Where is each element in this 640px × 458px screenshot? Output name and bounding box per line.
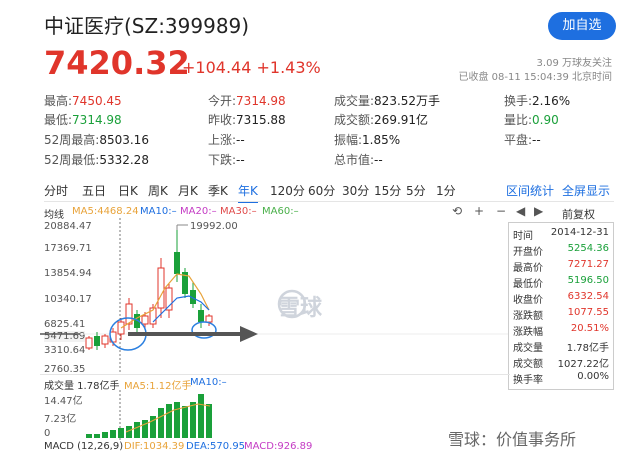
next-icon[interactable]: ▶: [534, 204, 543, 218]
market-cap-label: 总市值:: [334, 153, 375, 167]
tab-five-day[interactable]: 五日: [82, 182, 106, 199]
info-key: 收盘价: [513, 295, 543, 306]
volume-label: 成交量:: [334, 94, 375, 108]
tab-30min[interactable]: 30分: [342, 182, 369, 199]
info-key: 开盘价: [513, 247, 543, 258]
tab-weekly-k[interactable]: 周K: [148, 182, 168, 199]
info-key: 最高价: [513, 263, 543, 274]
tab-monthly-k[interactable]: 月K: [178, 182, 198, 199]
vol-ratio-value: 0.90: [532, 113, 559, 127]
interval-stats-link[interactable]: 区间统计: [506, 182, 554, 199]
macd-value: MACD:926.89: [244, 441, 313, 452]
turnover-value: 2.16%: [532, 94, 571, 108]
ma20-value: MA20:–: [180, 206, 217, 217]
tab-120min[interactable]: 120分: [270, 182, 305, 199]
info-value: 6332.54: [567, 291, 609, 302]
market-cap-value: --: [374, 153, 383, 167]
prev-close-label: 昨收:: [208, 113, 237, 127]
tab-timeshare[interactable]: 分时: [44, 182, 68, 199]
tab-yearly-k[interactable]: 年K: [238, 182, 258, 203]
info-key: 时间: [513, 231, 533, 242]
followers-count: 3.09 万球友关注: [536, 58, 612, 69]
flat-count-label: 平盘:: [504, 133, 533, 147]
info-key: 成交额: [513, 359, 543, 370]
amplitude-value: 1.85%: [362, 133, 401, 147]
down-count-value: --: [236, 153, 245, 167]
week52-low-label: 52周最低:: [44, 153, 100, 167]
peak-label: 19992.00: [190, 221, 238, 232]
down-count-label: 下跌:: [208, 153, 237, 167]
prev-icon[interactable]: ◀: [516, 204, 525, 218]
vol-ratio-label: 量比:: [504, 113, 533, 127]
low-label: 最低:: [44, 113, 73, 127]
info-value: 2014-12-31: [550, 227, 609, 238]
ma10-value: MA10:–: [140, 206, 177, 217]
center-watermark: 雪球: [278, 296, 323, 321]
price-change: +104.44 +1.43%: [182, 58, 321, 77]
info-value: 20.51%: [570, 323, 609, 334]
market-status: 已收盘 08-11 15:04:39 北京时间: [458, 72, 612, 83]
amount-value: 269.91亿: [374, 113, 429, 127]
undo-icon[interactable]: ⟲: [452, 204, 462, 218]
zoom-in-icon[interactable]: +: [474, 204, 484, 218]
info-key: 换手率: [513, 375, 543, 386]
high-value: 7450.45: [72, 94, 122, 108]
add-watchlist-button[interactable]: 加自选: [548, 12, 616, 40]
info-value: 1027.22亿: [557, 359, 609, 370]
info-value: 7271.27: [567, 259, 609, 270]
week52-high-value: 8503.16: [99, 133, 149, 147]
tab-quarterly-k[interactable]: 季K: [208, 182, 228, 199]
prev-close-value: 7315.88: [236, 113, 286, 127]
amplitude-label: 振幅:: [334, 133, 363, 147]
kline-chart[interactable]: 19992.00: [40, 218, 510, 374]
volume-chart: [86, 390, 212, 440]
ma5-value: MA5:4468.24: [72, 206, 139, 217]
up-count-value: --: [236, 133, 245, 147]
low-value: 7314.98: [72, 113, 122, 127]
info-value: 5196.50: [567, 275, 609, 286]
ma30-value: MA30:–: [220, 206, 257, 217]
info-value: 5254.36: [567, 243, 609, 254]
tab-15min[interactable]: 15分: [374, 182, 401, 199]
flat-count-value: --: [532, 133, 541, 147]
stock-title: 中证医疗(SZ:399989): [44, 14, 250, 38]
support-arrow-head: [240, 326, 258, 342]
open-label: 今开:: [208, 94, 237, 108]
macd-dea: DEA:570.95: [186, 441, 246, 452]
tab-1min[interactable]: 1分: [436, 182, 456, 199]
current-price: 7420.32: [44, 44, 190, 82]
week52-high-label: 52周最高:: [44, 133, 100, 147]
tab-divider: [44, 201, 614, 202]
ma60-value: MA60:–: [262, 206, 299, 217]
info-value: 0.00%: [577, 371, 609, 382]
fullscreen-link[interactable]: 全屏显示: [562, 182, 610, 199]
week52-low-value: 5332.28: [99, 153, 149, 167]
up-count-label: 上涨:: [208, 133, 237, 147]
info-key: 涨跌额: [513, 311, 543, 322]
high-label: 最高:: [44, 94, 73, 108]
zoom-out-icon[interactable]: −: [496, 204, 506, 218]
turnover-label: 换手:: [504, 94, 533, 108]
volume-ma10: MA10:–: [190, 377, 227, 388]
info-key: 最低价: [513, 279, 543, 290]
bar-info-panel: 时间 2014-12-31 开盘价 5254.36 最高价 7271.27 最低价 51…: [508, 222, 614, 390]
macd-label: MACD (12,26,9): [44, 441, 124, 452]
adjust-selector[interactable]: 前复权: [562, 206, 595, 222]
corner-watermark: 雪球：价值事务所: [448, 430, 577, 449]
amount-label: 成交额:: [334, 113, 375, 127]
volume-bars: [86, 394, 212, 438]
info-value: 1.78亿手: [566, 343, 609, 354]
tab-60min[interactable]: 60分: [308, 182, 335, 199]
volume-value: 823.52万手: [374, 94, 441, 108]
open-value: 7314.98: [236, 94, 286, 108]
info-key: 涨跌幅: [513, 327, 543, 338]
info-key: 成交量: [513, 343, 543, 354]
tab-5min[interactable]: 5分: [406, 182, 426, 199]
macd-dif: DIF:1034.39: [124, 441, 185, 452]
tab-daily-k[interactable]: 日K: [118, 182, 138, 199]
volume-divider: [40, 374, 510, 375]
info-value: 1077.55: [567, 307, 609, 318]
